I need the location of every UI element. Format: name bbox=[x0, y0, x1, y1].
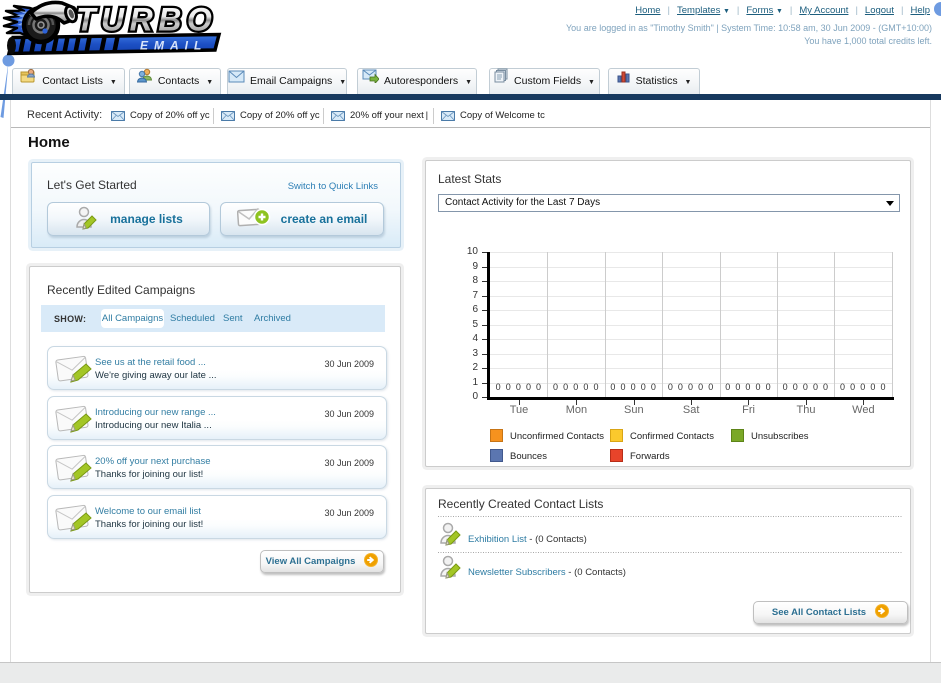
svg-text:TURBO: TURBO bbox=[76, 2, 217, 38]
svg-text:EMAIL: EMAIL bbox=[140, 39, 207, 53]
